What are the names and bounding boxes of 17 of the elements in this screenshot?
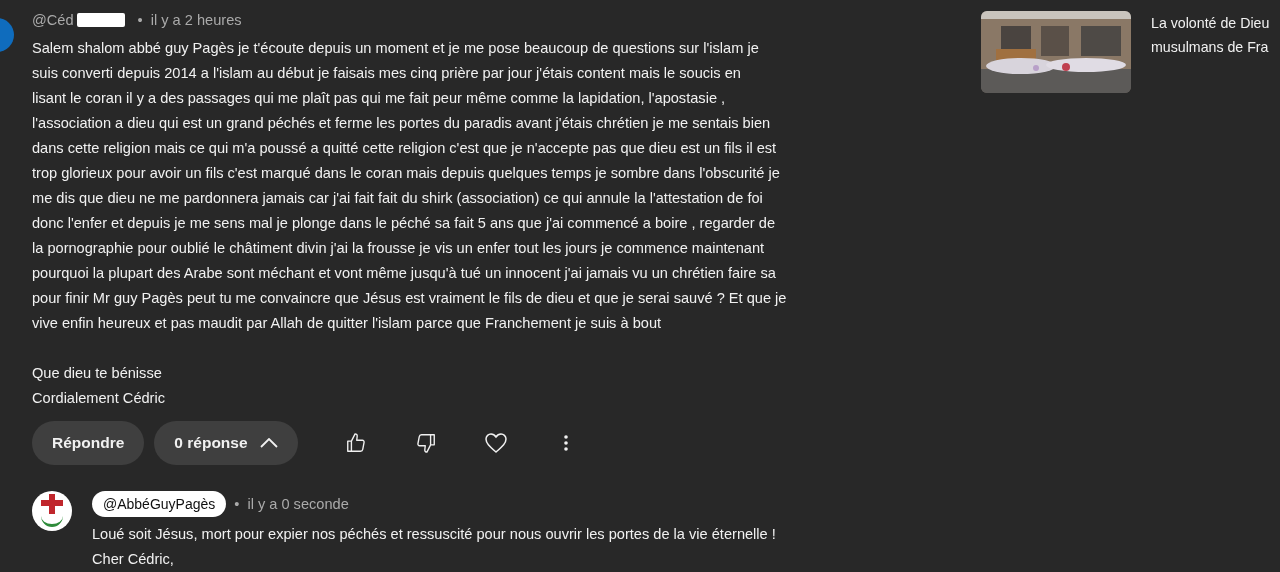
- comment-time[interactable]: il y a 2 heures: [150, 12, 242, 28]
- replies-button[interactable]: 0 réponse: [154, 421, 298, 465]
- channel-avatar[interactable]: [32, 491, 72, 531]
- chevron-up-icon: [259, 438, 278, 448]
- more-icon: [563, 435, 568, 451]
- thumbs-up-icon: [344, 432, 367, 454]
- comment-text: Salem shalom abbé guy Pagès je t'écoute depuis un moment et je me pose beaucoup de questions sur l'islam je suis converti depuis 2014 a l'islam au début je faisais mes cinq prière par jour j'étais content mais le soucis en lisant le coran il y a des passages qui me plaît pas qui me fait peur même comme la lapidation, l'apostasie , l'association a dieu qui est un grand péchés et ferme les portes du paradis avant j'étais chrétien je me sentais bien dans cette religion mais ce qui m'a poussé a quitté cette religion c'est que je n'accepte pas que dieu est un fils il est trop glorieux pour avoir un fils c'est marqué dans le coran mais depuis quelques temps je sombre dans l'obscurité je me dis que dieu ne me pardonnera jamais car j'ai fait fait du shirk (association) ce qui annule la l'attestation de foi donc l'enfer et depuis je me sens mal je plonge dans le péché sa fait 5 ans que j'ai commencé a boire , regarder de la pornographie pour oublié le châtiment divin j'ai la frousse je vis un enfer tout les jours je commence maintenant pourquoi la plupart des Arabe sont méchant et vont même jusqu'à tué un innocent j'ai jamais vu un chrétien faire sa pour finir Mr guy Pagès peut tu me convaincre que Jésus est vraiment le fils de dieu et que je serai sauvé ? Et que je vive enfin heureux et pas maudit par Allah de quitter l'islam parce que Franchement je suis à bout Que dieu te bénisse Cordialement Cédric: [32, 39, 788, 408]
- separator-dot: •: [234, 496, 240, 512]
- comment-author[interactable]: @Céd: [32, 12, 74, 28]
- thumbs-down-icon: [414, 432, 437, 454]
- reply-time[interactable]: il y a 0 seconde: [247, 496, 349, 512]
- video-title[interactable]: La volonté de Dieu musulmans de Fra: [1151, 11, 1270, 572]
- reply-text: Loué soit Jésus, mort pour expier nos péchés et ressuscité pour nous ouvrir les portes de la vie éternelle ! Cher Cédric,: [92, 525, 776, 569]
- separator-dot: •: [137, 12, 143, 28]
- author-chip[interactable]: @AbbéGuyPagès: [92, 491, 227, 517]
- heart-icon: [483, 432, 508, 454]
- reply-button[interactable]: Répondre: [32, 421, 145, 465]
